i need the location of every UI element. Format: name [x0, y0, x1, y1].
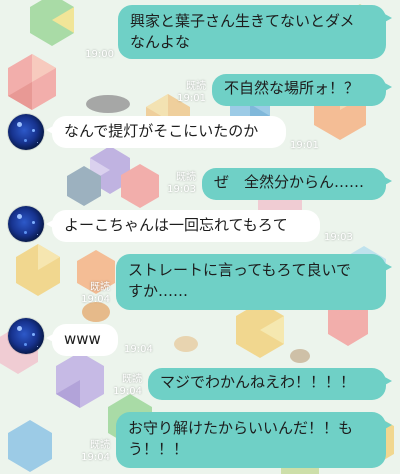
read-receipt: 既読 [176, 172, 196, 183]
message-time: 19:01 [290, 140, 319, 151]
message-meta: 既読 19:04 [113, 374, 142, 398]
message-text-line: う！！！ [128, 440, 189, 458]
read-receipt: 既読 [90, 440, 110, 451]
sender-avatar[interactable] [8, 318, 44, 354]
outgoing-message-bubble[interactable]: 興家と葉子さん生きてないとダメ なんよな [118, 5, 392, 59]
outgoing-message-bubble[interactable]: お守り解けたからいいんだ！！も う！！！ [116, 412, 392, 468]
incoming-message-bubble[interactable]: なんで提灯がそこにいたのか [46, 116, 286, 148]
message-time: 19:03 [167, 184, 196, 195]
message-time: 19:04 [113, 386, 142, 397]
outgoing-message-bubble[interactable]: マジでわかんねえわ！！！！ [148, 368, 392, 400]
message-time: 19:00 [85, 49, 114, 60]
message-meta: 19:03 [324, 232, 353, 244]
incoming-message-bubble[interactable]: よーこちゃんは一回忘れてもろて [46, 210, 320, 242]
sender-avatar[interactable] [8, 206, 44, 242]
message-text-line: なんで提灯がそこにいたのか [64, 122, 259, 140]
message-text-line: よーこちゃんは一回忘れてもろて [64, 216, 288, 234]
read-receipt: 既読 [186, 81, 206, 92]
read-receipt: 既読 [90, 282, 110, 293]
message-meta: 19:00 [85, 49, 114, 61]
message-text-line: ぜ 全然分からん…… [214, 173, 365, 191]
message-meta: 19:01 [290, 140, 319, 152]
read-receipt: 既読 [122, 374, 142, 385]
message-time: 19:04 [124, 344, 153, 355]
sender-avatar[interactable] [8, 114, 44, 150]
message-time: 19:01 [177, 93, 206, 104]
message-text-line: www [64, 330, 101, 348]
message-text-line: 興家と葉子さん生きてないとダメ [130, 12, 355, 30]
message-meta: 既読 19:03 [167, 172, 196, 196]
incoming-message-bubble[interactable]: www [46, 324, 118, 356]
message-meta: 既読 19:01 [177, 81, 206, 105]
message-time: 19:04 [81, 294, 110, 305]
message-text-line: マジでわかんねえわ！！！！ [160, 373, 356, 391]
message-text-line: お守り解けたからいいんだ！！も [128, 419, 354, 437]
message-text-line: ストレートに言ってもろて良いで [128, 261, 352, 279]
message-text-line: なんよな [130, 33, 191, 51]
message-time: 19:04 [81, 452, 110, 463]
message-meta: 19:04 [124, 344, 153, 356]
outgoing-message-bubble[interactable]: ぜ 全然分からん…… [202, 168, 392, 200]
message-text-line: すか…… [128, 282, 189, 300]
message-meta: 既読 19:04 [81, 440, 110, 464]
message-meta: 既読 19:04 [81, 282, 110, 306]
outgoing-message-bubble[interactable]: ストレートに言ってもろて良いで すか…… [116, 254, 392, 310]
message-time: 19:03 [324, 232, 353, 243]
outgoing-message-bubble[interactable]: 不自然な場所ォ！？ [212, 74, 392, 106]
message-text-line: 不自然な場所ォ！？ [224, 79, 360, 97]
